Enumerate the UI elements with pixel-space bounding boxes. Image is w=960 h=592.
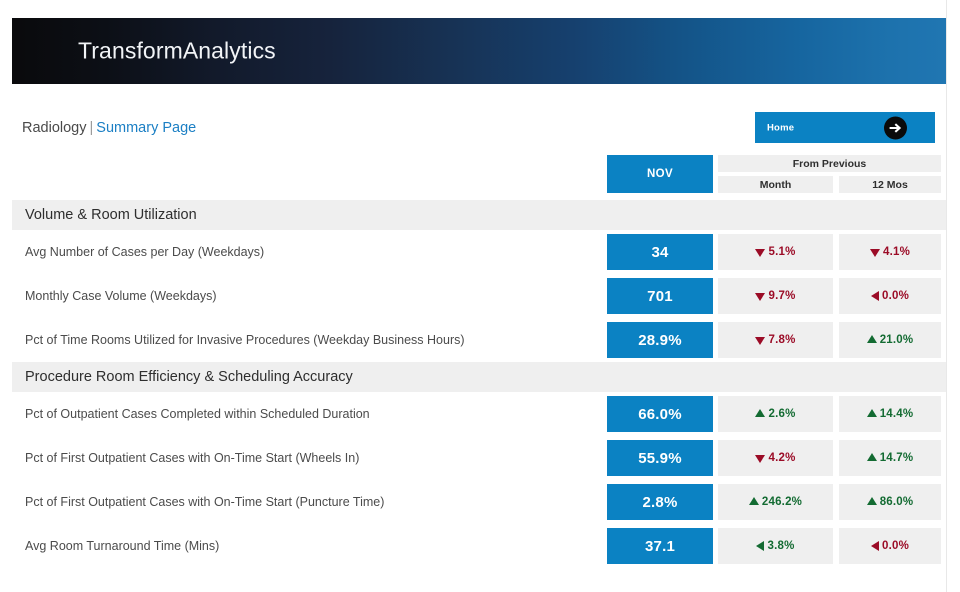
triangle-left-icon [870,291,879,301]
metrics-table: Volume & Room Utilization Avg Number of C… [0,200,960,568]
triangle-up-icon [866,409,877,417]
table-row: Pct of Outpatient Cases Completed within… [0,392,960,436]
app-title: TransformAnalytics [78,37,276,64]
section-header-label: Volume & Room Utilization [25,207,197,223]
triangle-left-icon [756,541,765,551]
triangle-up-icon [866,453,877,461]
triangle-down-icon [755,455,766,463]
triangle-up-icon [866,335,877,343]
section-header-label: Procedure Room Efficiency & Scheduling A… [25,369,353,385]
delta-cell-mos12: 21.0% [839,322,941,358]
metric-label: Pct of Outpatient Cases Completed within… [25,407,370,421]
delta-value: 5.1% [768,246,796,258]
home-button[interactable]: Home [755,112,935,143]
metric-value: 2.8% [642,493,678,511]
delta-cell-month: 3.8% [718,528,833,564]
section-header: Procedure Room Efficiency & Scheduling A… [12,362,946,392]
delta-cell-mos12: 4.1% [839,234,941,270]
metric-value-cell: 55.9% [607,440,713,476]
table-row: Avg Number of Cases per Day (Weekdays) 34… [0,230,960,274]
metric-value-cell: 2.8% [607,484,713,520]
delta-cell-month: 4.2% [718,440,833,476]
metric-label: Monthly Case Volume (Weekdays) [25,289,217,303]
column-header-previous-12-months: 12 Mos [839,176,941,193]
metric-value-cell: 34 [607,234,713,270]
section-header: Volume & Room Utilization [12,200,946,230]
column-group-header-label: From Previous [792,157,867,170]
triangle-up-icon [866,497,877,505]
home-button-label: Home [767,122,795,133]
delta-cell-month: 7.8% [718,322,833,358]
delta-cell-mos12: 0.0% [839,278,941,314]
delta-value: 0.0% [881,290,909,302]
breadcrumb-separator: | [89,120,94,136]
triangle-down-icon [755,249,766,257]
table-row: Pct of Time Rooms Utilized for Invasive … [0,318,960,362]
delta-value: 2.6% [768,408,796,420]
delta-value: 21.0% [879,334,914,346]
table-row: Pct of First Outpatient Cases with On-Ti… [0,480,960,524]
delta-cell-month: 9.7% [718,278,833,314]
delta-cell-month: 2.6% [718,396,833,432]
delta-value: 7.8% [768,334,796,346]
metric-label: Avg Number of Cases per Day (Weekdays) [25,245,265,259]
column-group-header-from-previous: From Previous [718,155,941,172]
metric-value: 37.1 [645,537,675,555]
triangle-down-icon [755,337,766,345]
metric-value-cell: 701 [607,278,713,314]
metric-label: Pct of Time Rooms Utilized for Invasive … [25,333,465,347]
triangle-down-icon [869,249,880,257]
metric-label: Pct of First Outpatient Cases with On-Ti… [25,451,360,465]
delta-value: 246.2% [761,496,803,508]
delta-value: 0.0% [881,540,909,552]
delta-value: 9.7% [768,290,796,302]
dashboard-page: TransformAnalytics Radiology | Summary Pag… [0,0,960,592]
metric-value: 66.0% [638,405,682,423]
delta-cell-month: 246.2% [718,484,833,520]
metric-value-cell: 28.9% [607,322,713,358]
table-row: Avg Room Turnaround Time (Mins) 37.1 3.8% 0… [0,524,960,568]
delta-cell-mos12: 0.0% [839,528,941,564]
breadcrumb-current-page-link[interactable]: Summary Page [96,120,196,136]
delta-cell-mos12: 14.7% [839,440,941,476]
metric-value: 701 [647,287,673,305]
triangle-left-icon [870,541,879,551]
column-header-current-month-label: NOV [646,168,674,180]
delta-value: 14.4% [879,408,914,420]
table-row: Monthly Case Volume (Weekdays) 701 9.7% 0.0… [0,274,960,318]
column-header-previous-month: Month [718,176,833,193]
column-header-previous-12-months-label: 12 Mos [872,178,908,191]
delta-value: 3.8% [767,540,795,552]
table-row: Pct of First Outpatient Cases with On-Ti… [0,436,960,480]
column-header-previous-month-label: Month [759,178,792,191]
metric-label: Avg Room Turnaround Time (Mins) [25,539,220,553]
arrow-right-circle-icon [884,116,907,139]
delta-cell-mos12: 86.0% [839,484,941,520]
delta-value: 86.0% [879,496,914,508]
delta-value: 14.7% [879,452,914,464]
delta-value: 4.1% [882,246,910,258]
triangle-down-icon [755,293,766,301]
app-banner: TransformAnalytics [12,18,946,84]
column-header-current-month: NOV [607,155,713,193]
triangle-up-icon [748,497,759,505]
metric-value-cell: 37.1 [607,528,713,564]
delta-cell-mos12: 14.4% [839,396,941,432]
metric-value: 28.9% [638,331,682,349]
metric-value: 55.9% [638,449,682,467]
breadcrumb: Radiology | Summary Page [22,118,196,138]
breadcrumb-root: Radiology [22,120,87,136]
delta-cell-month: 5.1% [718,234,833,270]
delta-value: 4.2% [768,452,796,464]
metric-value: 34 [651,243,669,261]
triangle-up-icon [755,409,766,417]
metric-label: Pct of First Outpatient Cases with On-Ti… [25,495,385,509]
metric-value-cell: 66.0% [607,396,713,432]
